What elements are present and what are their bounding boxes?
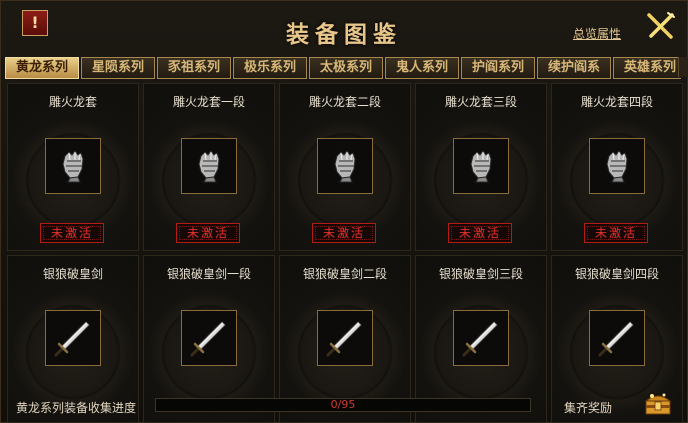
equipment-card[interactable]: 雕火龙套四段 未激活 bbox=[551, 83, 683, 251]
footer-bar: 黄龙系列装备收集进度 0/95 集齐奖励 bbox=[1, 393, 687, 423]
equipment-name: 雕火龙套二段 bbox=[308, 95, 381, 109]
sword-icon bbox=[462, 321, 498, 357]
equipment-slot[interactable] bbox=[589, 310, 645, 366]
gauntlet-icon bbox=[606, 150, 628, 183]
sword-icon bbox=[598, 321, 634, 357]
collection-progress-bar: 0/95 bbox=[155, 398, 531, 412]
tab-series-8[interactable]: 英雄系列 bbox=[613, 57, 681, 79]
tab-series-4[interactable]: 太极系列 bbox=[309, 57, 383, 79]
equipment-slot[interactable] bbox=[589, 138, 645, 194]
treasure-chest-icon bbox=[644, 393, 672, 415]
equipment-name: 银狼破皇剑 bbox=[42, 267, 103, 281]
sword-icon bbox=[326, 321, 362, 357]
sword-icon bbox=[190, 321, 226, 357]
gauntlet-icon bbox=[198, 150, 220, 183]
tab-series-2[interactable]: 豕祖系列 bbox=[157, 57, 231, 79]
tab-scroll-arrow[interactable] bbox=[678, 57, 688, 77]
inactive-status-badge: 未激活 bbox=[176, 223, 240, 243]
equipment-slot[interactable] bbox=[45, 310, 101, 366]
equipment-name: 雕火龙套 bbox=[48, 95, 97, 109]
tab-series-7[interactable]: 续护阎系 bbox=[537, 57, 611, 79]
gauntlet-icon bbox=[470, 150, 492, 183]
equipment-slot[interactable] bbox=[317, 138, 373, 194]
inactive-status-badge: 未激活 bbox=[312, 223, 376, 243]
equipment-slot[interactable] bbox=[453, 310, 509, 366]
gauntlet-icon bbox=[62, 150, 84, 183]
tab-series-0[interactable]: 黄龙系列 bbox=[5, 57, 79, 79]
sword-icon bbox=[54, 321, 90, 357]
tab-series-3[interactable]: 极乐系列 bbox=[233, 57, 307, 79]
series-tabs: 黄龙系列 星陨系列 豕祖系列 极乐系列 太极系列 鬼人系列 护阎系列 续护阎系 英雄系列 bbox=[5, 57, 681, 79]
inactive-status-badge: 未激活 bbox=[584, 223, 648, 243]
equipment-name: 银狼破皇剑一段 bbox=[166, 267, 251, 281]
equipment-card[interactable]: 雕火龙套一段 未激活 bbox=[143, 83, 275, 251]
close-button[interactable] bbox=[646, 11, 676, 41]
attributes-overview-link[interactable]: 总览属性 bbox=[573, 25, 621, 42]
equipment-slot[interactable] bbox=[317, 310, 373, 366]
inactive-status-badge: 未激活 bbox=[40, 223, 104, 243]
equipment-name: 雕火龙套三段 bbox=[444, 95, 517, 109]
tab-series-5[interactable]: 鬼人系列 bbox=[385, 57, 459, 79]
tab-series-6[interactable]: 护阎系列 bbox=[461, 57, 535, 79]
equipment-card[interactable]: 雕火龙套 未激活 bbox=[7, 83, 139, 251]
equipment-card[interactable]: 雕火龙套二段 未激活 bbox=[279, 83, 411, 251]
inactive-status-badge: 未激活 bbox=[448, 223, 512, 243]
equipment-name: 雕火龙套一段 bbox=[172, 95, 245, 109]
equipment-card[interactable]: 雕火龙套三段 未激活 bbox=[415, 83, 547, 251]
close-icon bbox=[647, 12, 675, 39]
tab-series-1[interactable]: 星陨系列 bbox=[81, 57, 155, 79]
equipment-name: 银狼破皇剑四段 bbox=[574, 267, 659, 281]
equipment-name: 银狼破皇剑二段 bbox=[302, 267, 387, 281]
progress-text: 0/95 bbox=[330, 398, 356, 411]
equipment-name: 雕火龙套四段 bbox=[580, 95, 653, 109]
equipment-slot[interactable] bbox=[45, 138, 101, 194]
equipment-codex-panel: ! 装备图鉴 总览属性 黄龙系列 星陨系列 豕祖系列 极乐系列 太极系列 鬼人系列 护阎系列… bbox=[0, 0, 688, 423]
equipment-grid: 雕火龙套 未激活 雕火龙套一段 未激活 雕火龙套二段 未激活 雕火龙套三段 未激活 雕火龙套四段… bbox=[7, 83, 683, 423]
reward-label: 集齐奖励 bbox=[564, 401, 613, 415]
equipment-name: 银狼破皇剑三段 bbox=[438, 267, 523, 281]
equipment-slot[interactable] bbox=[181, 310, 237, 366]
gauntlet-icon bbox=[334, 150, 356, 183]
equipment-slot[interactable] bbox=[181, 138, 237, 194]
progress-label: 黄龙系列装备收集进度 bbox=[16, 401, 137, 415]
reward-chest-button[interactable] bbox=[642, 387, 674, 419]
equipment-slot[interactable] bbox=[453, 138, 509, 194]
title-bar: ! 装备图鉴 总览属性 bbox=[1, 1, 687, 51]
